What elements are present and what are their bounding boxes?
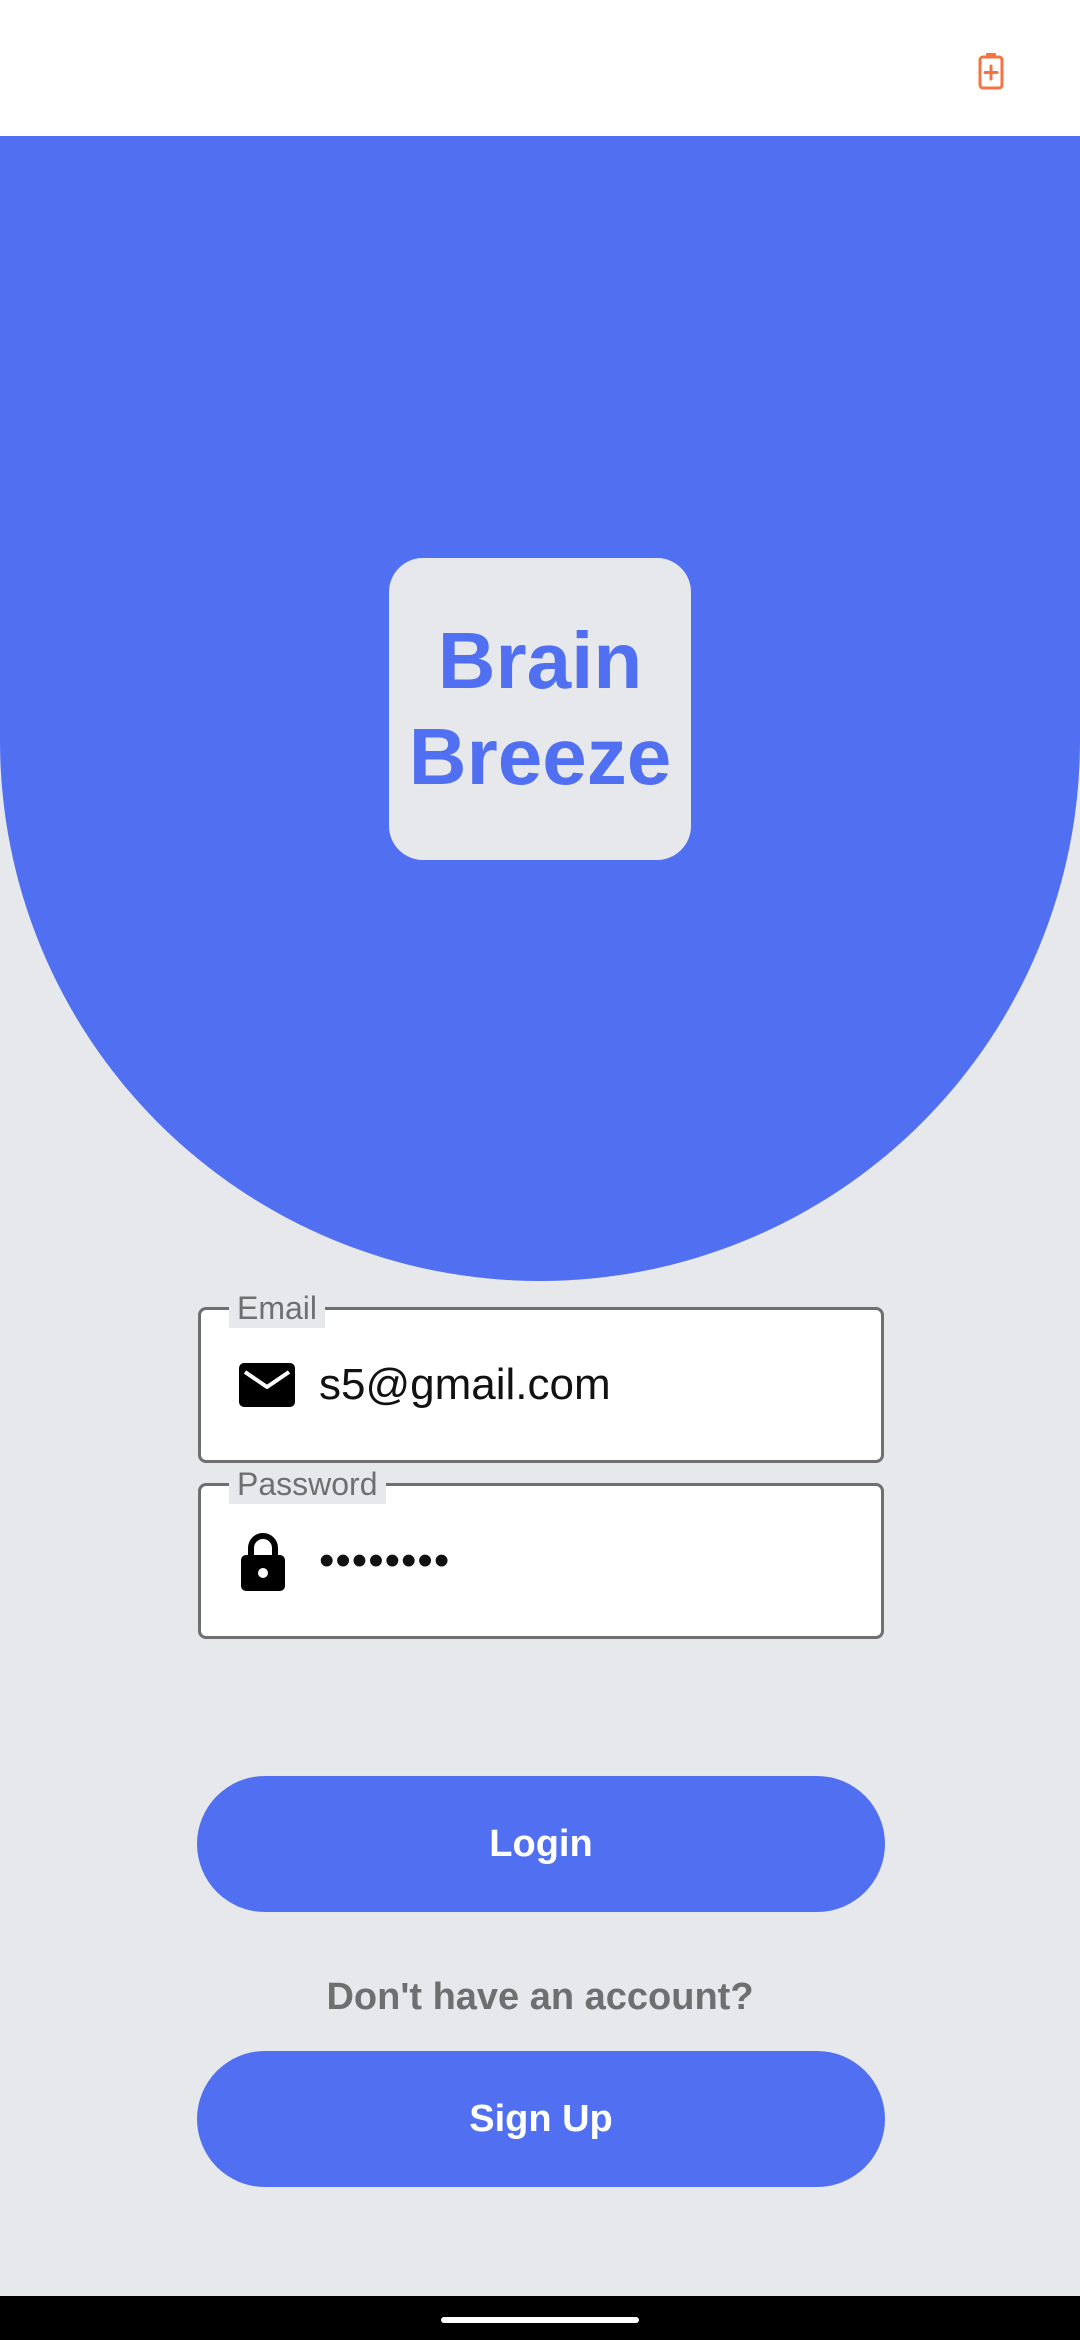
battery-charging-icon: [978, 53, 1004, 90]
email-label: Email: [229, 1288, 326, 1328]
logo-text-line-1: Brain: [437, 616, 643, 705]
password-field[interactable]: Password ••••••••: [198, 1464, 884, 1639]
app-logo: Brain Breeze: [389, 558, 691, 860]
login-button[interactable]: Login: [197, 1776, 885, 1912]
password-input-value[interactable]: ••••••••: [319, 1535, 450, 1587]
status-bar: [0, 0, 1080, 136]
logo-text-line-2: Breeze: [408, 712, 672, 801]
password-label: Password: [229, 1464, 386, 1504]
home-indicator[interactable]: [441, 2317, 639, 2323]
email-input-value[interactable]: s5@gmail.com: [319, 1359, 611, 1411]
lock-icon: [241, 1533, 285, 1591]
mail-icon: [239, 1363, 295, 1407]
signup-prompt: Don't have an account?: [326, 1976, 754, 2018]
signup-button[interactable]: Sign Up: [197, 2051, 885, 2187]
email-field[interactable]: Email s5@gmail.com: [198, 1288, 884, 1463]
